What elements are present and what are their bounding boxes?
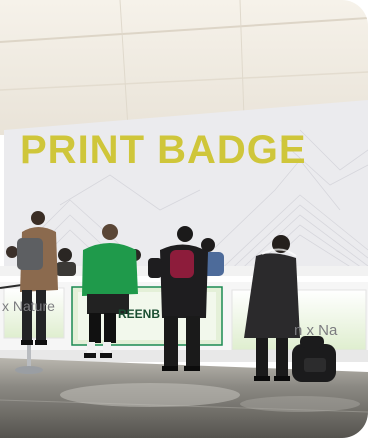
photo-frame: PRINT BADGE x Nature REENB n x Na [0, 0, 368, 438]
print-badge-sign: PRINT BADGE [20, 128, 307, 172]
counter-text-right: n x Na [294, 322, 338, 339]
counter-text-center: REENB [118, 307, 161, 321]
counter-text-left: x Nature [2, 298, 55, 314]
registration-hall-photo [0, 0, 368, 438]
